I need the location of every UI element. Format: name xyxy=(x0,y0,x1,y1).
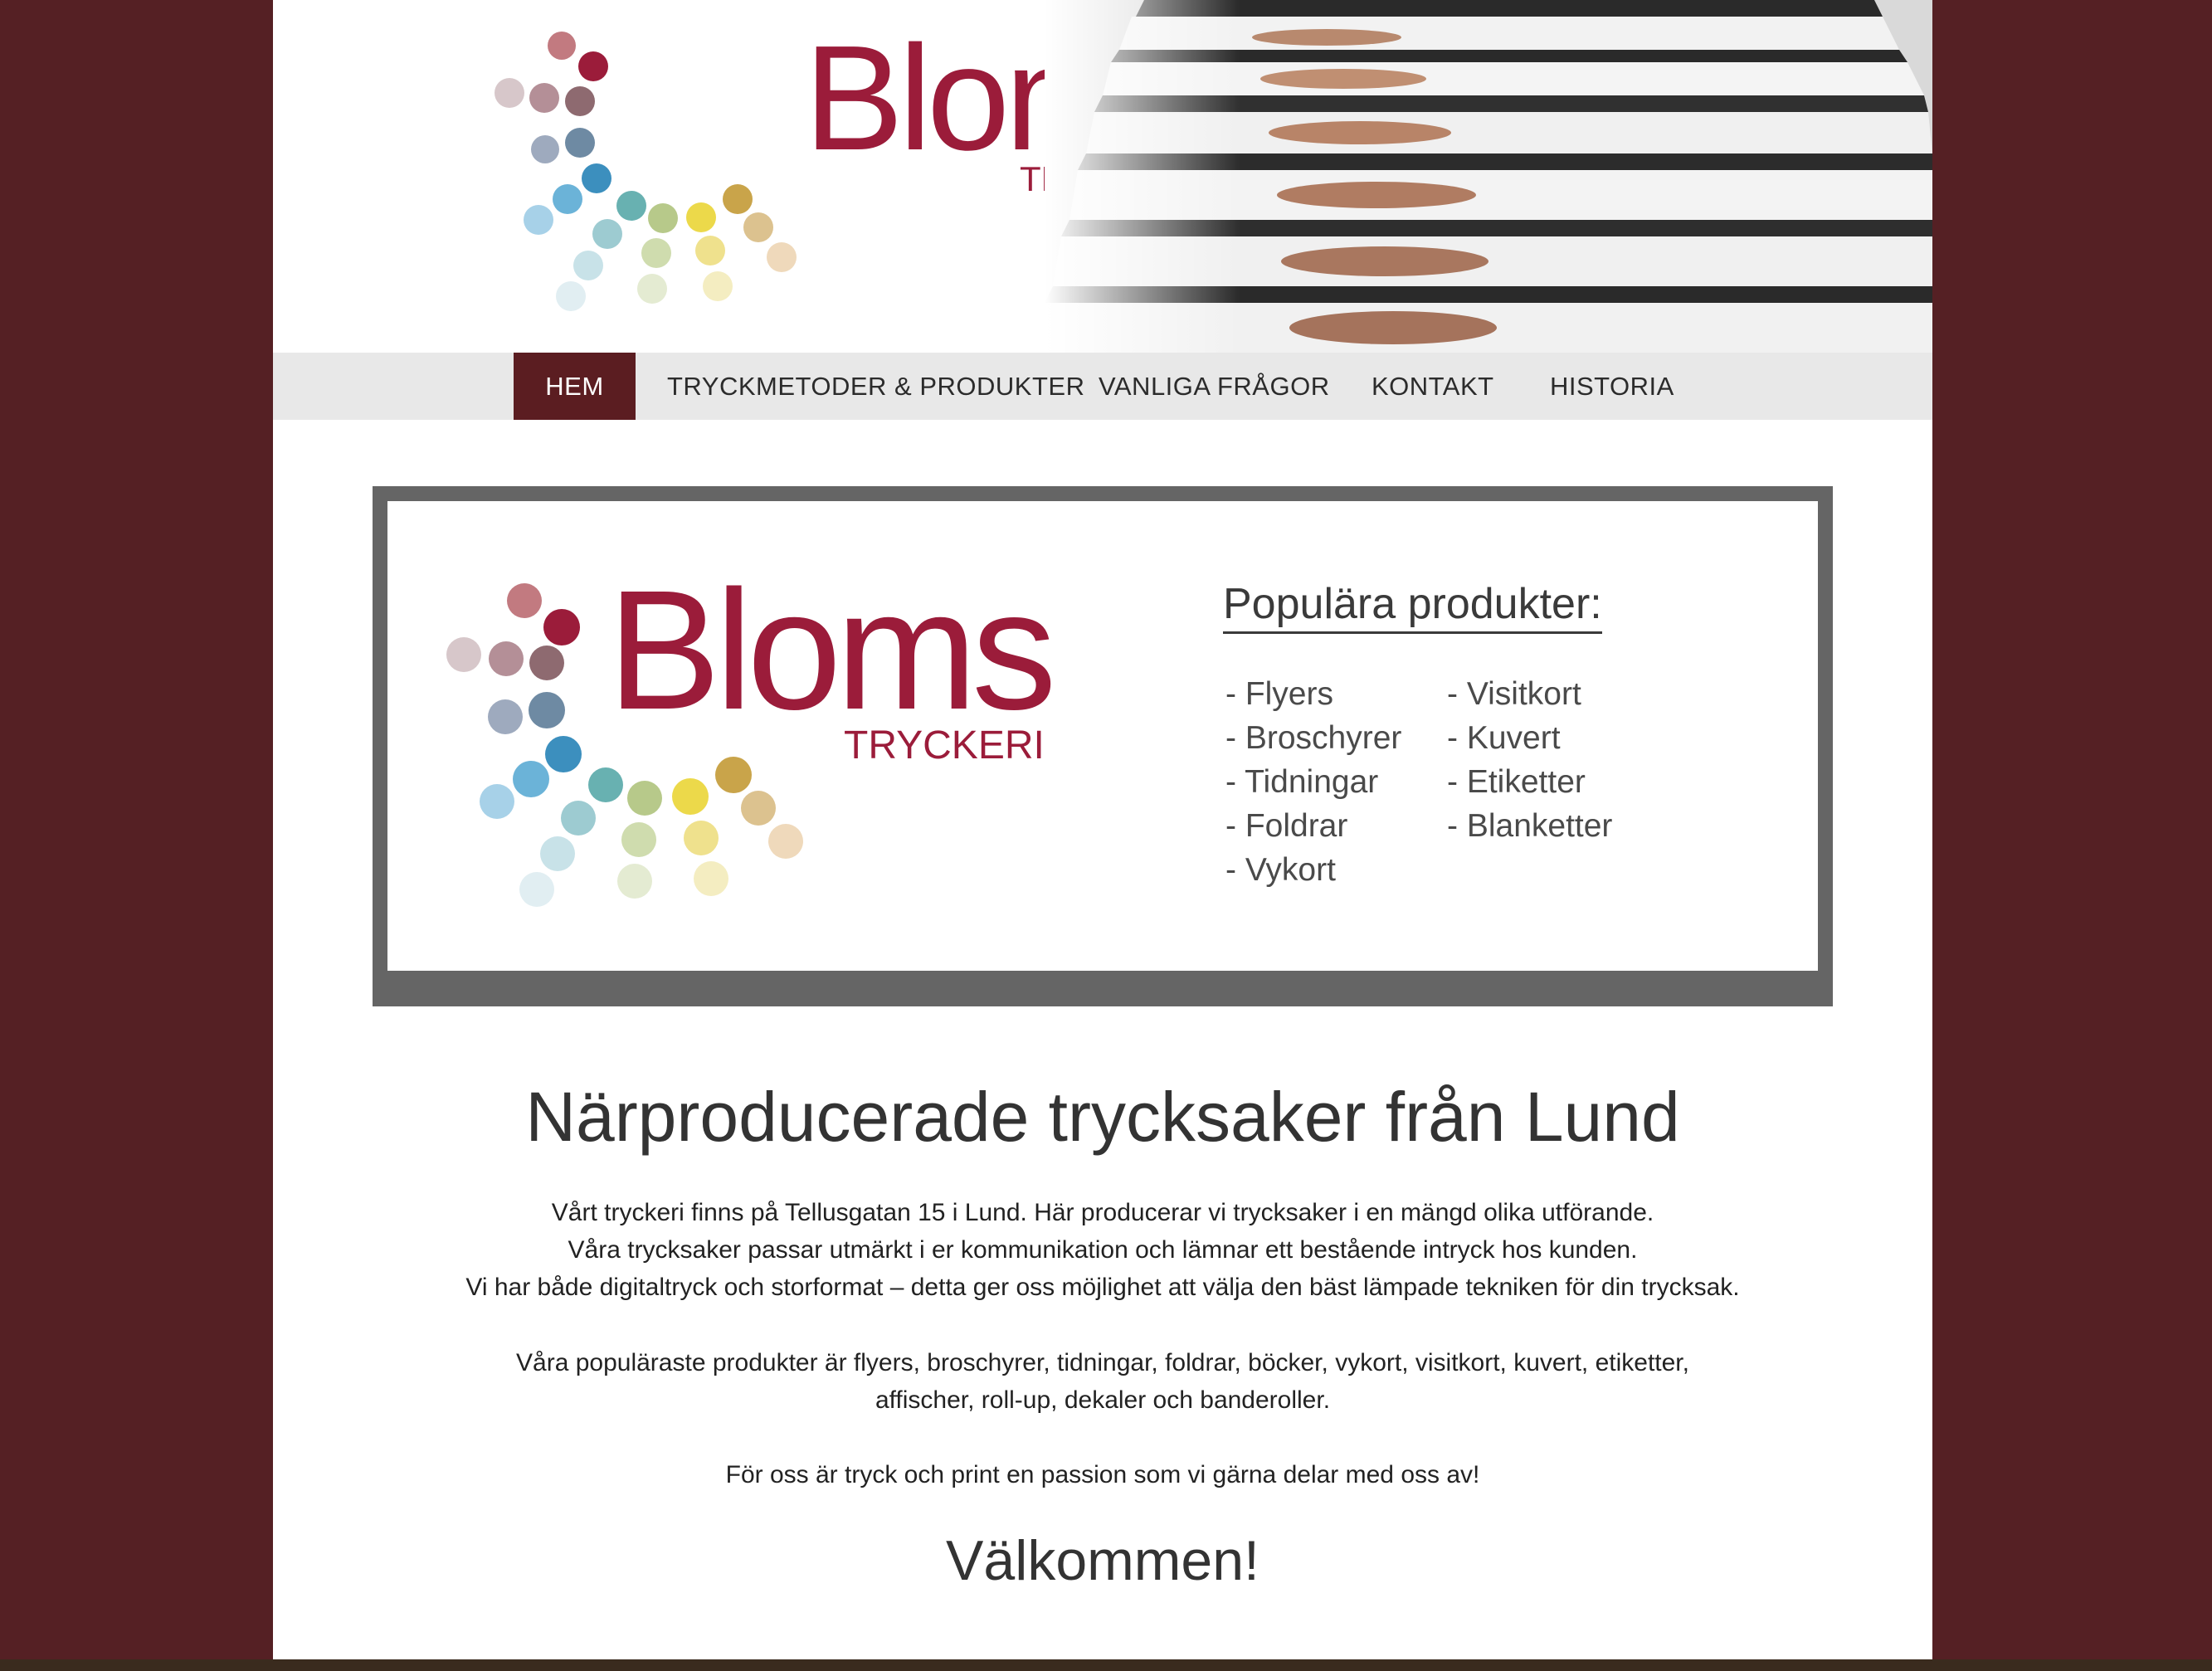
banner-logo: Bloms TRYCKERI xyxy=(446,576,1057,907)
products-line: Våra populäraste produkter är flyers, br… xyxy=(516,1349,1689,1376)
intro-line: Våra trycksaker passar utmärkt i er komm… xyxy=(568,1236,1638,1264)
product-item: - Broschyrer xyxy=(1225,720,1402,756)
passion-paragraph: För oss är tryck och print en passion so… xyxy=(725,1461,1480,1488)
popular-products-column-1: - Flyers - Broschyrer - Tidningar - Fold… xyxy=(1225,672,1401,892)
header-stacked-brochures-photo xyxy=(1045,0,1932,353)
intro-paragraph: Vårt tryckeri finns på Tellusgatan 15 i … xyxy=(273,1194,1932,1306)
page-headline: Närproducerade trycksaker från Lund xyxy=(525,1078,1680,1156)
banner-logo-subtitle: TRYCKERI xyxy=(844,723,1045,767)
intro-line: Vårt tryckeri finns på Tellusgatan 15 i … xyxy=(551,1199,1654,1226)
popular-products-column-2: - Visitkort - Kuvert - Etiketter - Blank… xyxy=(1447,672,1612,848)
popular-products-banner[interactable]: Bloms TRYCKERI Populära produkter: - Fly… xyxy=(373,486,1833,1006)
product-item: - Visitkort xyxy=(1447,676,1581,712)
product-item: - Blanketter xyxy=(1447,808,1613,844)
product-item: - Flyers xyxy=(1225,676,1333,712)
main-navigation: HEM TRYCKMETODER & PRODUKTER VANLIGA FRÅ… xyxy=(273,353,1932,420)
banner-logo-wordmark: Bloms xyxy=(607,576,1051,745)
nav-item-vanliga-fragor[interactable]: VANLIGA FRÅGOR xyxy=(1099,353,1330,420)
products-paragraph: Våra populäraste produkter är flyers, br… xyxy=(273,1344,1932,1419)
logo-dots-icon xyxy=(495,32,797,311)
popular-products-title: Populära produkter: xyxy=(1223,580,1602,635)
nav-item-kontakt[interactable]: KONTAKT xyxy=(1372,353,1494,420)
welcome-heading: Välkommen! xyxy=(946,1529,1259,1592)
nav-item-hem[interactable]: HEM xyxy=(514,353,636,420)
nav-item-tryckmetoder-produkter[interactable]: TRYCKMETODER & PRODUKTER xyxy=(667,353,1084,420)
product-item: - Tidningar xyxy=(1225,764,1379,800)
site-header: Bloms TRYCKERI xyxy=(273,0,1932,353)
product-item: - Foldrar xyxy=(1225,808,1348,844)
product-item: - Kuvert xyxy=(1447,720,1561,756)
banner-inner: Bloms TRYCKERI Populära produkter: - Fly… xyxy=(387,501,1818,971)
page-container: Bloms TRYCKERI xyxy=(273,0,1932,1659)
footer-strip xyxy=(0,1659,2212,1671)
nav-item-historia[interactable]: HISTORIA xyxy=(1550,353,1674,420)
intro-line: Vi har både digitaltryck och storformat … xyxy=(465,1274,1740,1301)
product-item: - Vykort xyxy=(1225,852,1336,888)
products-line: affischer, roll-up, dekaler och banderol… xyxy=(875,1386,1331,1414)
product-item: - Etiketter xyxy=(1447,764,1586,800)
